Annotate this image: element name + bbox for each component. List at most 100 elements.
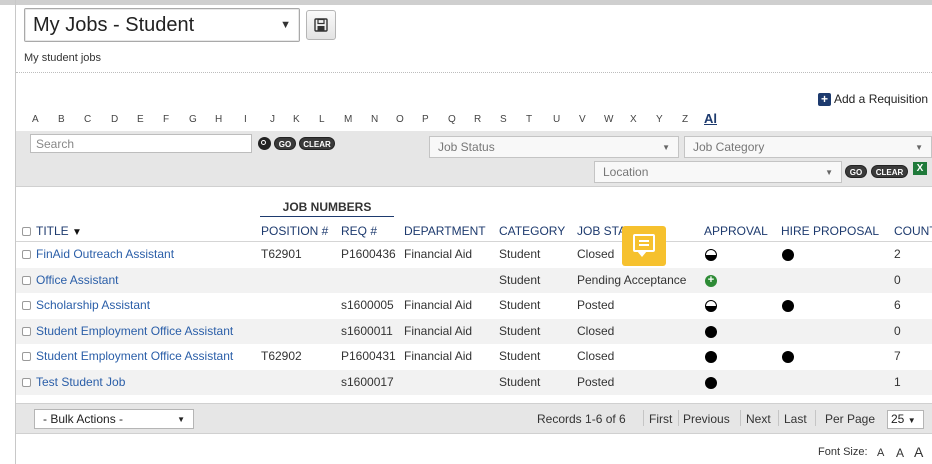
row-checkbox[interactable]: [22, 250, 31, 259]
filter-go-button[interactable]: GO: [845, 165, 867, 178]
job-title-link[interactable]: Student Employment Office Assistant: [36, 324, 233, 338]
row-checkbox[interactable]: [22, 275, 31, 285]
row-checkbox[interactable]: [22, 377, 31, 387]
alpha-letter[interactable]: H: [215, 114, 222, 125]
alpha-letter[interactable]: S: [500, 114, 507, 125]
column-header-count[interactable]: COUNT: [894, 224, 932, 238]
job-title-link[interactable]: Office Assistant: [36, 273, 118, 287]
row-checkbox[interactable]: [22, 352, 31, 361]
alpha-letter[interactable]: U: [553, 114, 560, 125]
row-checkbox[interactable]: [22, 326, 31, 336]
row-checkbox[interactable]: [22, 301, 31, 310]
pager-previous-link[interactable]: Previous: [683, 412, 730, 426]
column-header-category[interactable]: CATEGORY: [499, 224, 565, 238]
pager-divider: [778, 410, 779, 426]
job-title-link[interactable]: FinAid Outreach Assistant: [36, 247, 174, 261]
search-go-button[interactable]: GO: [274, 137, 296, 150]
job-status-select-label: Job Status: [438, 140, 495, 154]
alpha-letter[interactable]: E: [137, 114, 144, 125]
alpha-all-link[interactable]: Al: [704, 111, 717, 126]
approval-add-icon[interactable]: +: [705, 274, 717, 287]
alpha-letter[interactable]: X: [630, 114, 637, 125]
excel-export-icon[interactable]: X: [913, 162, 927, 175]
alpha-letter[interactable]: D: [111, 114, 118, 125]
search-clear-button[interactable]: CLEAR: [299, 137, 335, 150]
location-select[interactable]: Location ▼: [594, 161, 842, 183]
divider: [16, 72, 932, 73]
alpha-letter[interactable]: W: [604, 114, 613, 125]
sort-desc-icon: ▼: [72, 227, 82, 238]
alpha-letter[interactable]: O: [396, 114, 404, 125]
bulk-actions-select[interactable]: - Bulk Actions - ▼: [34, 409, 194, 429]
alpha-letter[interactable]: G: [189, 114, 197, 125]
chevron-down-icon: ▼: [280, 19, 291, 31]
add-requisition-label: Add a Requisition: [834, 92, 929, 106]
job-category-select[interactable]: Job Category ▼: [684, 136, 932, 158]
pager-next-link[interactable]: Next: [746, 412, 771, 426]
position-number: T62902: [261, 349, 302, 363]
location-select-label: Location: [603, 165, 649, 179]
column-header-department[interactable]: DEPARTMENT: [404, 224, 486, 238]
alpha-letter[interactable]: J: [270, 114, 275, 125]
pager-divider: [740, 410, 741, 426]
plus-icon: +: [818, 92, 831, 106]
filter-clear-button[interactable]: CLEAR: [871, 165, 908, 178]
alpha-letter[interactable]: L: [319, 114, 325, 125]
pager-divider: [678, 410, 679, 426]
view-select[interactable]: My Jobs - Student ▼: [24, 8, 300, 42]
pager-last-link[interactable]: Last: [784, 412, 807, 426]
pager-first-link[interactable]: First: [649, 412, 672, 426]
job-title-link[interactable]: Scholarship Assistant: [36, 298, 150, 312]
approval-partial-icon[interactable]: [705, 249, 717, 261]
alpha-letter[interactable]: M: [344, 114, 352, 125]
alpha-letter[interactable]: R: [474, 114, 481, 125]
alpha-letter[interactable]: V: [579, 114, 586, 125]
requisition-number: s1600011: [341, 323, 393, 338]
table-row: FinAid Outreach Assistant T62901 P1600436 F…: [16, 242, 932, 267]
chevron-down-icon: ▼: [662, 142, 670, 152]
per-page-select[interactable]: 25 ▼: [887, 410, 924, 429]
category: Student: [499, 349, 541, 363]
alpha-letter[interactable]: B: [58, 114, 65, 125]
alpha-letter[interactable]: I: [244, 114, 247, 125]
font-size-small-button[interactable]: A: [877, 447, 884, 459]
approval-partial-icon[interactable]: [705, 300, 717, 312]
department: Financial Aid: [404, 323, 473, 338]
approval-complete-icon[interactable]: [705, 325, 717, 338]
job-status: Closed: [577, 247, 615, 261]
alpha-letter[interactable]: P: [422, 114, 429, 125]
column-header-approval[interactable]: APPROVAL: [704, 224, 768, 238]
column-header-title[interactable]: TITLE ▼: [36, 224, 82, 238]
column-header-position[interactable]: POSITION #: [261, 224, 328, 238]
font-size-medium-button[interactable]: A: [896, 446, 904, 460]
approval-complete-icon[interactable]: [705, 376, 717, 389]
alpha-letter[interactable]: Q: [448, 114, 456, 125]
add-requisition-link[interactable]: + Add a Requisition: [818, 92, 928, 106]
comment-icon[interactable]: [622, 226, 666, 266]
approval-complete-icon[interactable]: [705, 351, 717, 363]
search-input[interactable]: Search: [30, 134, 252, 153]
job-status-select[interactable]: Job Status ▼: [429, 136, 679, 158]
search-icon[interactable]: [258, 137, 271, 150]
save-view-button[interactable]: [306, 10, 336, 40]
column-header-req[interactable]: REQ #: [341, 224, 377, 238]
job-title-link[interactable]: Test Student Job: [36, 375, 125, 389]
alpha-letter[interactable]: T: [526, 114, 532, 125]
hire-proposal-complete-icon[interactable]: [782, 351, 794, 363]
alpha-letter[interactable]: K: [293, 114, 300, 125]
bulk-actions-label: - Bulk Actions -: [43, 412, 124, 426]
font-size-large-button[interactable]: A: [914, 444, 923, 460]
hire-proposal-complete-icon[interactable]: [782, 249, 794, 261]
select-all-checkbox[interactable]: [22, 227, 31, 236]
alpha-letter[interactable]: N: [371, 114, 378, 125]
alpha-letter[interactable]: Y: [656, 114, 663, 125]
hire-proposal-complete-icon[interactable]: [782, 300, 794, 312]
column-header-hire-proposal[interactable]: HIRE PROPOSAL: [781, 224, 879, 238]
alpha-letter[interactable]: F: [163, 114, 169, 125]
alpha-letter[interactable]: Z: [682, 114, 688, 125]
job-title-link[interactable]: Student Employment Office Assistant: [36, 349, 233, 363]
table-row: Scholarship Assistant s1600005 Financial A…: [16, 293, 932, 318]
alpha-letter[interactable]: A: [32, 114, 39, 125]
alpha-letter[interactable]: C: [84, 114, 91, 125]
table-row: Student Employment Office Assistant T6290…: [16, 344, 932, 369]
